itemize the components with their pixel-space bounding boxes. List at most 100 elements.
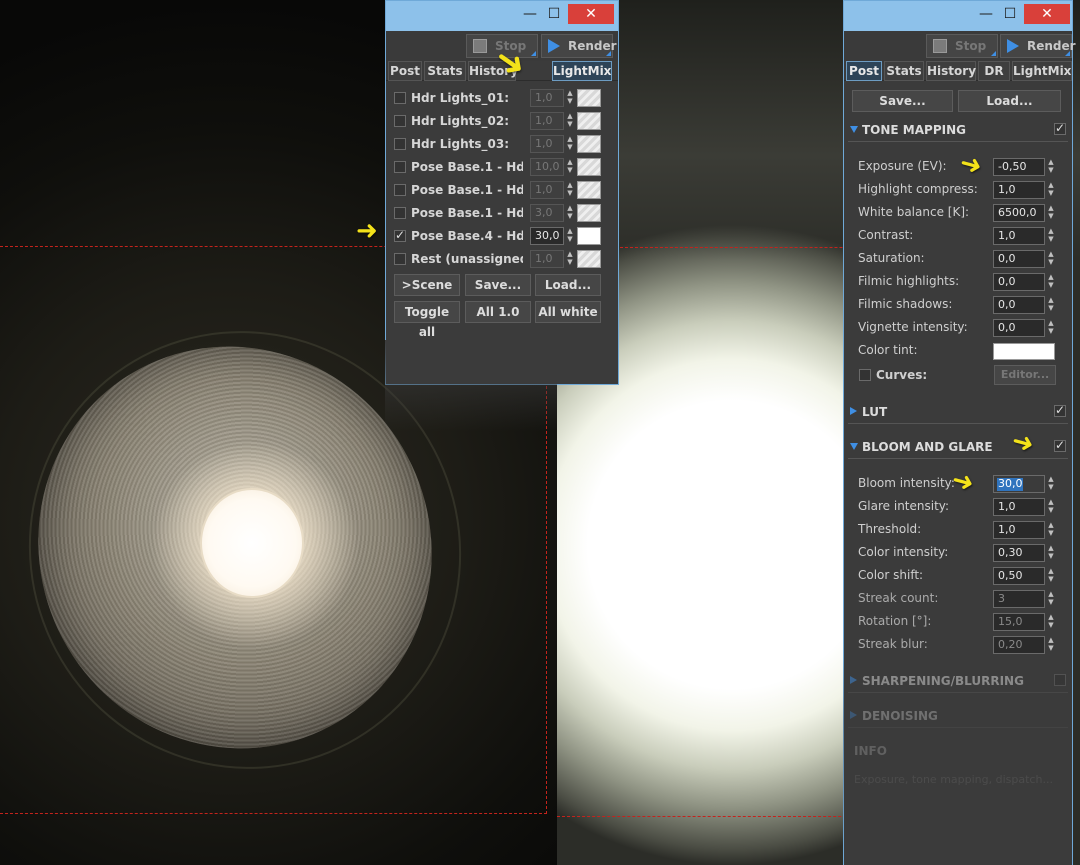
param-value-input[interactable]: 0,20 bbox=[993, 636, 1045, 654]
close-button[interactable]: ✕ bbox=[568, 4, 614, 24]
minimize-button[interactable]: — bbox=[518, 4, 542, 24]
curves-editor-button[interactable]: Editor... bbox=[994, 365, 1056, 385]
light-enable-checkbox[interactable] bbox=[394, 138, 406, 150]
light-intensity-input[interactable]: 1,0 bbox=[530, 181, 564, 199]
spinner-arrows-icon[interactable]: ▲ ▼ bbox=[1046, 181, 1056, 199]
save-button[interactable]: Save... bbox=[465, 274, 531, 296]
param-value-input[interactable]: 6500,0 bbox=[993, 204, 1045, 222]
spinner-arrows-icon[interactable]: ▲ ▼ bbox=[1046, 498, 1056, 516]
spinner-arrows-icon[interactable]: ▲ ▼ bbox=[565, 250, 575, 268]
tab-dr[interactable]: DR bbox=[978, 61, 1010, 81]
load-button[interactable]: Load... bbox=[535, 274, 601, 296]
light-color-swatch[interactable] bbox=[577, 227, 601, 245]
close-button[interactable]: ✕ bbox=[1024, 4, 1070, 24]
lut-section[interactable]: LUT bbox=[848, 402, 1068, 424]
render-button[interactable]: Render bbox=[541, 34, 617, 58]
render-button[interactable]: Render bbox=[1000, 34, 1076, 58]
light-enable-checkbox[interactable] bbox=[394, 184, 406, 196]
param-value-input[interactable]: 15,0 bbox=[993, 613, 1045, 631]
spinner-arrows-icon[interactable]: ▲ ▼ bbox=[1046, 475, 1056, 493]
spinner-arrows-icon[interactable]: ▲ ▼ bbox=[1046, 590, 1056, 608]
light-enable-checkbox[interactable] bbox=[394, 207, 406, 219]
bloom-enable-checkbox[interactable] bbox=[1054, 438, 1066, 452]
light-intensity-input[interactable]: 1,0 bbox=[530, 112, 564, 130]
param-value-input[interactable]: 1,0 bbox=[993, 181, 1045, 199]
param-value-input[interactable]: -0,50 bbox=[993, 158, 1045, 176]
tab-stats[interactable]: Stats bbox=[424, 61, 466, 81]
spinner-arrows-icon[interactable]: ▲ ▼ bbox=[565, 181, 575, 199]
spinner-arrows-icon[interactable]: ▲ ▼ bbox=[1046, 250, 1056, 268]
light-enable-checkbox[interactable] bbox=[394, 92, 406, 104]
light-intensity-input[interactable]: 10,0 bbox=[530, 158, 564, 176]
spinner-arrows-icon[interactable]: ▲ ▼ bbox=[1046, 204, 1056, 222]
light-color-swatch[interactable] bbox=[577, 158, 601, 176]
tab-stats[interactable]: Stats bbox=[884, 61, 924, 81]
param-value-input[interactable]: 1,0 bbox=[993, 227, 1045, 245]
tab-lightmix[interactable]: LightMix bbox=[1012, 61, 1072, 81]
info-section[interactable]: INFO bbox=[848, 741, 1068, 763]
tone-mapping-section[interactable]: TONE MAPPING bbox=[848, 120, 1068, 142]
light-color-swatch[interactable] bbox=[577, 112, 601, 130]
toggle-all-button[interactable]: Toggle all bbox=[394, 301, 460, 339]
light-enable-checkbox[interactable] bbox=[394, 253, 406, 265]
light-color-swatch[interactable] bbox=[577, 135, 601, 153]
param-value-input[interactable]: 0,0 bbox=[993, 250, 1045, 268]
tab-post[interactable]: Post bbox=[388, 61, 422, 81]
sharpening-enable-checkbox[interactable] bbox=[1054, 674, 1066, 686]
spinner-arrows-icon[interactable]: ▲ ▼ bbox=[565, 158, 575, 176]
sharpening-section[interactable]: SHARPENING/BLURRING bbox=[848, 671, 1068, 693]
spinner-arrows-icon[interactable]: ▲ ▼ bbox=[565, 112, 575, 130]
param-value-input[interactable]: 3 bbox=[993, 590, 1045, 608]
all-one-button[interactable]: All 1.0 bbox=[465, 301, 531, 323]
light-intensity-input[interactable]: 1,0 bbox=[530, 89, 564, 107]
spinner-arrows-icon[interactable]: ▲ ▼ bbox=[1046, 319, 1056, 337]
param-value-input[interactable]: 0,0 bbox=[993, 319, 1045, 337]
spinner-arrows-icon[interactable]: ▲ ▼ bbox=[1046, 613, 1056, 631]
spinner-arrows-icon[interactable]: ▲ ▼ bbox=[1046, 158, 1056, 176]
scene-button[interactable]: >Scene bbox=[394, 274, 460, 296]
tab-post[interactable]: Post bbox=[846, 61, 882, 81]
spinner-arrows-icon[interactable]: ▲ ▼ bbox=[1046, 273, 1056, 291]
spinner-arrows-icon[interactable]: ▲ ▼ bbox=[1046, 636, 1056, 654]
all-white-button[interactable]: All white bbox=[535, 301, 601, 323]
spinner-arrows-icon[interactable]: ▲ ▼ bbox=[565, 204, 575, 222]
tab-history[interactable]: History bbox=[926, 61, 976, 81]
param-value-input[interactable]: 30,0 bbox=[993, 475, 1045, 493]
minimize-button[interactable]: — bbox=[974, 4, 998, 24]
spinner-arrows-icon[interactable]: ▲ ▼ bbox=[565, 135, 575, 153]
post-save-button[interactable]: Save... bbox=[852, 90, 953, 112]
light-enable-checkbox[interactable] bbox=[394, 161, 406, 173]
light-color-swatch[interactable] bbox=[577, 250, 601, 268]
param-value-input[interactable]: 1,0 bbox=[993, 498, 1045, 516]
stop-button[interactable]: Stop bbox=[926, 34, 998, 58]
maximize-button[interactable]: ☐ bbox=[542, 4, 566, 24]
param-value-input[interactable]: 0,0 bbox=[993, 273, 1045, 291]
maximize-button[interactable]: ☐ bbox=[998, 4, 1022, 24]
spinner-arrows-icon[interactable]: ▲ ▼ bbox=[1046, 521, 1056, 539]
light-intensity-input[interactable]: 1,0 bbox=[530, 135, 564, 153]
light-enable-checkbox[interactable] bbox=[394, 115, 406, 127]
light-intensity-input[interactable]: 1,0 bbox=[530, 250, 564, 268]
spinner-arrows-icon[interactable]: ▲ ▼ bbox=[1046, 227, 1056, 245]
light-enable-checkbox[interactable] bbox=[394, 228, 406, 242]
denoising-section[interactable]: DENOISING bbox=[848, 706, 1068, 728]
post-load-button[interactable]: Load... bbox=[958, 90, 1061, 112]
spinner-arrows-icon[interactable]: ▲ ▼ bbox=[565, 227, 575, 245]
light-intensity-input[interactable]: 30,0 bbox=[530, 227, 564, 245]
param-value-input[interactable]: 0,50 bbox=[993, 567, 1045, 585]
spinner-arrows-icon[interactable]: ▲ ▼ bbox=[565, 89, 575, 107]
lut-enable-checkbox[interactable] bbox=[1054, 403, 1066, 417]
curves-checkbox[interactable] bbox=[859, 369, 871, 381]
param-value-input[interactable]: 0,0 bbox=[993, 296, 1045, 314]
light-color-swatch[interactable] bbox=[577, 181, 601, 199]
color-tint-swatch[interactable] bbox=[993, 343, 1055, 360]
param-value-input[interactable]: 1,0 bbox=[993, 521, 1045, 539]
param-value-input[interactable]: 0,30 bbox=[993, 544, 1045, 562]
tab-lightmix[interactable]: LightMix bbox=[552, 61, 612, 81]
spinner-arrows-icon[interactable]: ▲ ▼ bbox=[1046, 544, 1056, 562]
light-intensity-input[interactable]: 3,0 bbox=[530, 204, 564, 222]
light-color-swatch[interactable] bbox=[577, 89, 601, 107]
spinner-arrows-icon[interactable]: ▲ ▼ bbox=[1046, 567, 1056, 585]
spinner-arrows-icon[interactable]: ▲ ▼ bbox=[1046, 296, 1056, 314]
light-color-swatch[interactable] bbox=[577, 204, 601, 222]
